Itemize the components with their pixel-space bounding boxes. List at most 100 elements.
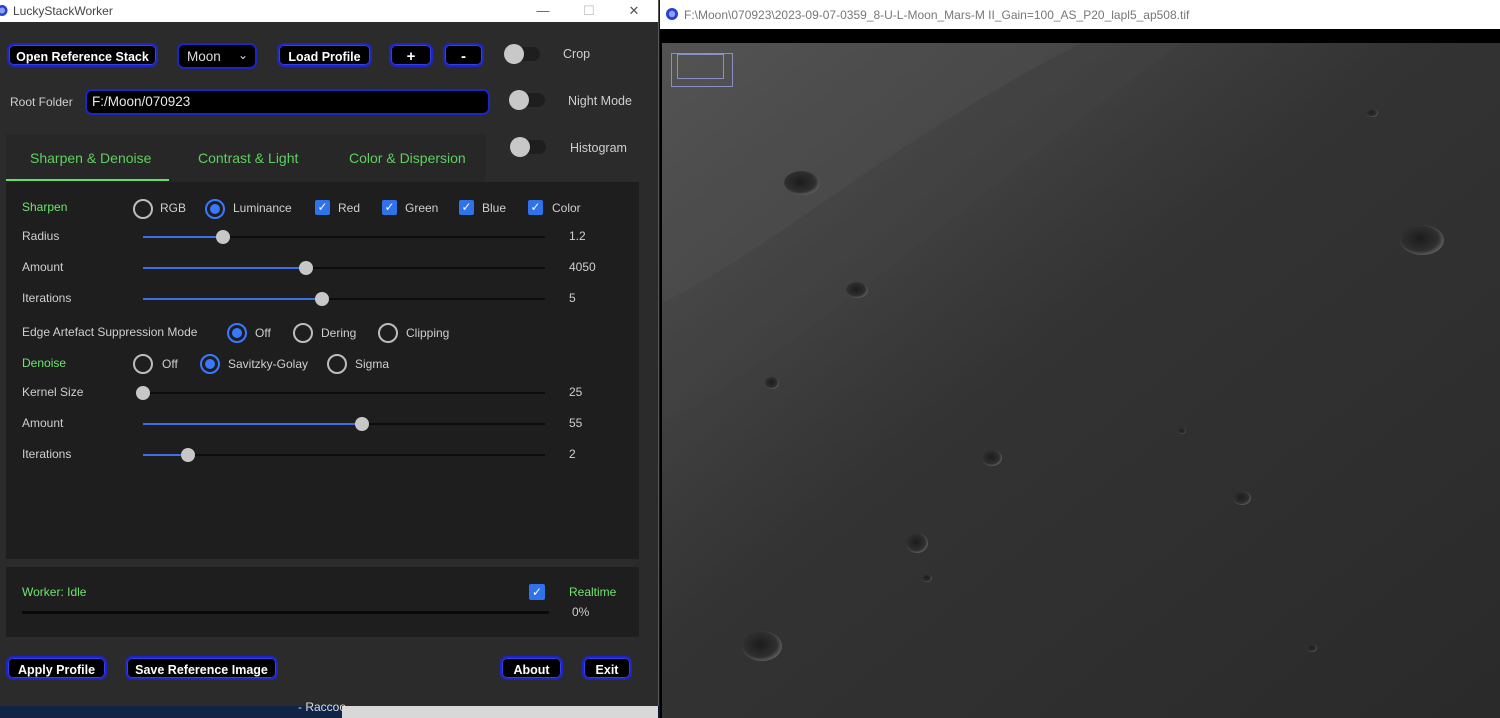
root-folder-label: Root Folder <box>10 95 73 109</box>
root-folder-input[interactable]: F:/Moon/070923 <box>85 89 490 115</box>
histogram-label: Histogram <box>570 141 627 155</box>
sharpen-iterations-value: 5 <box>569 291 576 305</box>
denoise-sigma-radio[interactable] <box>327 354 347 374</box>
slider-thumb[interactable] <box>355 417 370 431</box>
status-panel: Worker: Idle ✓ Realtime 0% <box>6 567 639 637</box>
viewer-title: F:\Moon\070923\2023-09-07-0359_8-U-L-Moo… <box>684 8 1190 22</box>
sharpen-amount-label: Amount <box>22 260 64 274</box>
sharpen-amount-slider[interactable] <box>143 261 545 275</box>
edge-suppression-label: Edge Artefact Suppression Mode <box>22 325 198 339</box>
kernel-size-slider[interactable] <box>136 386 545 400</box>
about-button[interactable]: About <box>500 656 563 680</box>
tab-sharpen-denoise[interactable]: Sharpen & Denoise <box>30 150 151 166</box>
profile-select[interactable]: Moon ⌄ <box>177 43 257 69</box>
slider-thumb[interactable] <box>314 292 329 306</box>
taskbar-window <box>342 706 658 718</box>
viewer-titlebar: F:\Moon\070923\2023-09-07-0359_8-U-L-Moo… <box>660 0 1500 29</box>
toggle-knob <box>509 90 529 110</box>
open-reference-stack-button[interactable]: Open Reference Stack <box>7 43 158 67</box>
close-button[interactable]: ✕ <box>625 2 643 20</box>
active-tab-indicator <box>6 179 169 181</box>
slider-thumb[interactable] <box>181 448 196 462</box>
edge-clipping-radio[interactable] <box>378 323 398 343</box>
edge-dering-radio[interactable] <box>293 323 313 343</box>
channel-blue-checkbox[interactable]: ✓ <box>459 200 474 215</box>
app-icon <box>0 5 8 16</box>
denoise-off-label: Off <box>162 357 178 371</box>
sharpen-mode-luminance-label: Luminance <box>233 201 292 215</box>
denoise-iterations-slider[interactable] <box>143 448 545 462</box>
denoise-iterations-label: Iterations <box>22 447 72 461</box>
navigator-viewport-rect[interactable] <box>677 54 724 79</box>
chevron-down-icon: ⌄ <box>237 48 248 62</box>
channel-color-label: Color <box>552 201 581 215</box>
radius-label: Radius <box>22 229 60 243</box>
app-titlebar: LuckyStackWorker — ☐ ✕ <box>0 0 658 22</box>
denoise-label: Denoise <box>22 356 67 370</box>
radius-slider[interactable] <box>143 230 545 244</box>
radius-value: 1.2 <box>569 229 586 243</box>
denoise-iterations-value: 2 <box>569 447 576 461</box>
slider-thumb[interactable] <box>298 261 313 275</box>
tab-color-dispersion[interactable]: Color & Dispersion <box>349 150 466 166</box>
progress-bar <box>22 611 549 614</box>
maximize-button[interactable]: ☐ <box>580 2 598 20</box>
edge-off-radio[interactable] <box>227 323 247 343</box>
sharpen-mode-rgb-radio[interactable] <box>133 199 153 219</box>
progress-text: 0% <box>572 605 590 619</box>
denoise-off-radio[interactable] <box>133 354 153 374</box>
sharpen-iterations-slider[interactable] <box>143 292 545 306</box>
denoise-sigma-label: Sigma <box>355 357 390 371</box>
channel-green-checkbox[interactable]: ✓ <box>382 200 397 215</box>
channel-red-label: Red <box>338 201 361 215</box>
save-reference-image-button[interactable]: Save Reference Image <box>125 656 278 680</box>
add-profile-button[interactable]: + <box>389 43 433 67</box>
sharpen-label: Sharpen <box>22 200 68 214</box>
slider-thumb[interactable] <box>216 230 231 244</box>
apply-profile-button[interactable]: Apply Profile <box>6 656 107 680</box>
app-title: LuckyStackWorker <box>13 4 113 18</box>
app-window: LuckyStackWorker — ☐ ✕ Open Reference St… <box>0 0 659 706</box>
sharpen-amount-value: 4050 <box>569 260 596 274</box>
realtime-label: Realtime <box>569 585 617 599</box>
channel-blue-label: Blue <box>482 201 507 215</box>
denoise-amount-label: Amount <box>22 416 64 430</box>
night-mode-toggle[interactable] <box>509 90 545 110</box>
slider-fill <box>143 298 322 300</box>
viewer-app-icon <box>666 8 678 20</box>
tab-bar: Sharpen & Denoise Contrast & Light Color… <box>6 134 486 182</box>
channel-green-label: Green <box>405 201 439 215</box>
toggle-knob <box>504 44 524 64</box>
slider-fill <box>143 267 306 269</box>
image-viewer-window: F:\Moon\070923\2023-09-07-0359_8-U-L-Moo… <box>660 0 1500 718</box>
kernel-size-label: Kernel Size <box>22 385 84 399</box>
sharpen-mode-rgb-label: RGB <box>160 201 187 215</box>
denoise-amount-value: 55 <box>569 416 583 430</box>
slider-fill <box>143 423 363 425</box>
taskbar-item-label[interactable]: - Raccoo <box>298 700 346 714</box>
night-mode-label: Night Mode <box>568 94 632 108</box>
minimize-button[interactable]: — <box>534 2 552 20</box>
moon-image[interactable] <box>662 43 1500 718</box>
channel-color-checkbox[interactable]: ✓ <box>528 200 543 215</box>
crop-toggle[interactable] <box>504 44 540 64</box>
load-profile-button[interactable]: Load Profile <box>277 43 372 67</box>
slider-fill <box>143 236 224 238</box>
tab-contrast-light[interactable]: Contrast & Light <box>198 150 298 166</box>
crop-label: Crop <box>563 47 591 61</box>
denoise-amount-slider[interactable] <box>143 417 545 431</box>
slider-thumb[interactable] <box>136 386 150 400</box>
channel-red-checkbox[interactable]: ✓ <box>315 200 330 215</box>
sharpen-mode-luminance-radio[interactable] <box>205 199 225 219</box>
histogram-toggle[interactable] <box>510 137 546 157</box>
worker-status: Worker: Idle <box>22 585 87 599</box>
remove-profile-button[interactable]: - <box>443 43 484 67</box>
denoise-savitzky-golay-radio[interactable] <box>200 354 220 374</box>
edge-off-label: Off <box>255 326 271 340</box>
realtime-checkbox[interactable]: ✓ <box>529 584 545 600</box>
profile-select-value: Moon <box>187 49 221 64</box>
exit-button[interactable]: Exit <box>582 656 632 680</box>
edge-clipping-label: Clipping <box>406 326 450 340</box>
edge-dering-label: Dering <box>321 326 357 340</box>
toggle-knob <box>510 137 530 157</box>
